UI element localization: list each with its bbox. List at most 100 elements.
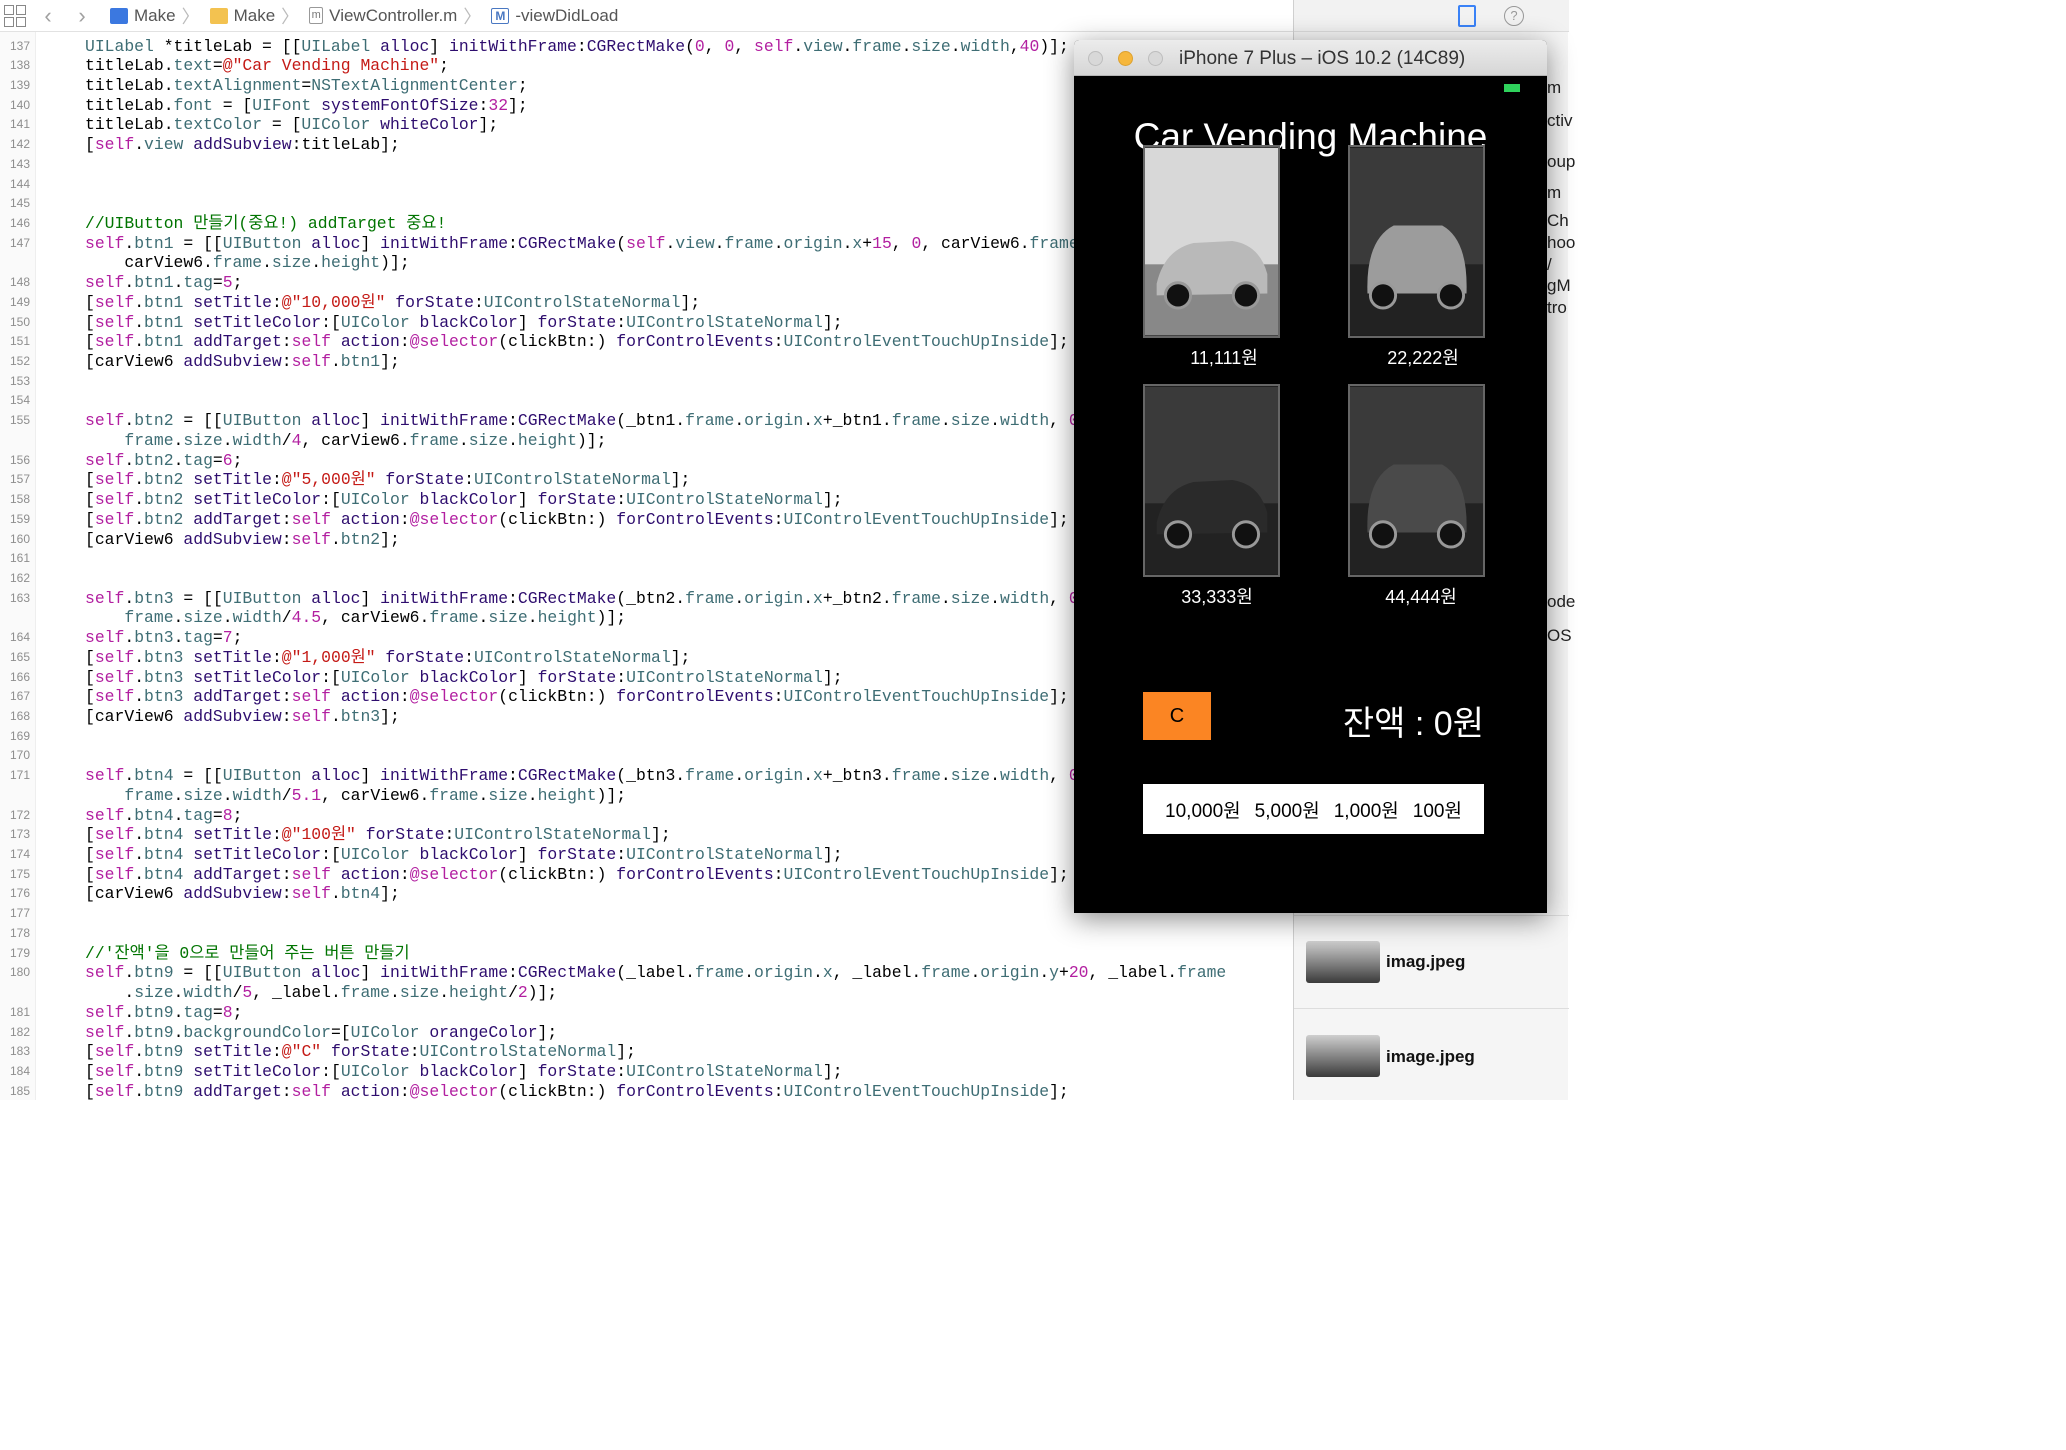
- line-number: 173: [9, 827, 30, 842]
- breadcrumb-file[interactable]: m ViewController.m: [309, 6, 457, 26]
- code-text[interactable]: [carView6 addSubview:self.btn1];: [85, 352, 400, 372]
- code-text[interactable]: [self.btn3 setTitleColor:[UIColor blackC…: [85, 668, 843, 688]
- code-text[interactable]: [self.btn2 addTarget:self action:@select…: [85, 510, 1069, 530]
- code-text[interactable]: self.btn9 = [[UIButton alloc] initWithFr…: [85, 963, 1226, 983]
- line-number: 147: [9, 235, 30, 250]
- code-text[interactable]: [self.btn9 setTitle:@"C" forState:UICont…: [85, 1042, 636, 1062]
- zoom-window-button[interactable]: [1148, 51, 1163, 66]
- code-text[interactable]: [self.btn2 setTitle:@"5,000원" forState:U…: [85, 470, 690, 490]
- code-line[interactable]: 183 [self.btn9 setTitle:@"C" forState:UIC…: [0, 1042, 1293, 1062]
- code-text[interactable]: UILabel *titleLab = [[UILabel alloc] ini…: [85, 37, 1069, 57]
- code-text[interactable]: titleLab.textColor = [UIColor whiteColor…: [85, 115, 498, 135]
- code-text[interactable]: [self.btn3 addTarget:self action:@select…: [85, 687, 1069, 707]
- balance-label: 잔액 : 0원: [1342, 705, 1484, 743]
- code-text[interactable]: [self.btn4 addTarget:self action:@select…: [85, 865, 1069, 885]
- clear-balance-button[interactable]: C: [1143, 692, 1211, 740]
- code-text[interactable]: carView6.frame.size.height)];: [85, 253, 409, 273]
- code-line[interactable]: 180 self.btn9 = [[UIButton alloc] initWit…: [0, 963, 1293, 983]
- line-number: 139: [9, 77, 30, 92]
- code-text[interactable]: self.btn9.tag=8;: [85, 1003, 242, 1023]
- code-line[interactable]: 181 self.btn9.tag=8;: [0, 1003, 1293, 1023]
- breadcrumb-group[interactable]: Make: [209, 5, 276, 26]
- simulator-window[interactable]: iPhone 7 Plus – iOS 10.2 (14C89) Car Ven…: [1074, 40, 1547, 913]
- inspector-text-fragment: ode: [1547, 592, 1576, 611]
- inspector-text-fragment: m: [1547, 183, 1562, 202]
- code-text[interactable]: frame.size.width/4, carView6.frame.size.…: [85, 431, 606, 451]
- line-number: 162: [9, 570, 30, 585]
- line-number: 179: [9, 945, 30, 960]
- code-text[interactable]: .size.width/5, _label.frame.size.height/…: [85, 983, 557, 1003]
- breadcrumb-chevron-icon: 〉: [181, 6, 200, 27]
- code-text[interactable]: [self.btn3 setTitle:@"1,000원" forState:U…: [85, 648, 690, 668]
- code-text[interactable]: [carView6 addSubview:self.btn3];: [85, 707, 400, 727]
- code-line[interactable]: 182 self.btn9.backgroundColor=[UIColor or…: [0, 1023, 1293, 1043]
- code-text[interactable]: titleLab.font = [UIFont systemFontOfSize…: [85, 96, 528, 116]
- inspector-text-fragment: m: [1547, 78, 1562, 97]
- code-line[interactable]: 184 [self.btn9 setTitleColor:[UIColor bla…: [0, 1062, 1293, 1082]
- car-button-1[interactable]: [1143, 145, 1280, 338]
- line-number: 168: [9, 708, 30, 723]
- code-line[interactable]: 179 //'잔액'을 0으로 만들어 주는 버튼 만들기: [0, 944, 1293, 964]
- code-text[interactable]: self.btn4.tag=8;: [85, 806, 242, 826]
- code-text[interactable]: [self.btn1 addTarget:self action:@select…: [85, 332, 1069, 352]
- code-text[interactable]: //UIButton 만들기(중요!) addTarget 중요!: [85, 214, 446, 234]
- code-text[interactable]: //'잔액'을 0으로 만들어 주는 버튼 만들기: [85, 944, 410, 964]
- back-arrow-icon[interactable]: ‹: [38, 3, 58, 29]
- code-text[interactable]: [self.btn4 setTitleColor:[UIColor blackC…: [85, 845, 843, 865]
- media-file-name: image.jpeg: [1386, 1047, 1475, 1066]
- code-line[interactable]: 185 [self.btn9 addTarget:self action:@sel…: [0, 1082, 1293, 1100]
- car-thumbnail-image: [1306, 1035, 1380, 1077]
- code-text[interactable]: self.btn3.tag=7;: [85, 628, 242, 648]
- code-text[interactable]: [self.btn1 setTitle:@"10,000원" forState:…: [85, 293, 700, 313]
- car-button-2[interactable]: [1348, 145, 1485, 338]
- line-number: 149: [9, 294, 30, 309]
- coin-button-100[interactable]: 100원: [1413, 796, 1462, 823]
- breadcrumb-label: ViewController.m: [329, 5, 458, 25]
- code-text[interactable]: titleLab.textAlignment=NSTextAlignmentCe…: [85, 76, 528, 96]
- related-items-icon[interactable]: [4, 4, 26, 27]
- car-thumbnail-image: [1306, 941, 1380, 983]
- code-text[interactable]: self.btn1.tag=5;: [85, 273, 242, 293]
- code-text[interactable]: frame.size.width/4.5, carView6.frame.siz…: [85, 608, 626, 628]
- coin-button-5000[interactable]: 5,000원: [1255, 796, 1320, 823]
- coin-button-10000[interactable]: 10,000원: [1165, 796, 1241, 823]
- breadcrumb-project[interactable]: Make: [110, 6, 176, 26]
- code-text[interactable]: self.btn3 = [[UIButton alloc] initWithFr…: [85, 589, 1187, 609]
- media-file-name: imag.jpeg: [1386, 952, 1466, 971]
- battery-icon: [1504, 84, 1520, 92]
- car-button-4[interactable]: [1348, 384, 1485, 577]
- breadcrumb-label: Make: [233, 5, 276, 25]
- code-text[interactable]: [carView6 addSubview:self.btn4];: [85, 884, 400, 904]
- code-text[interactable]: self.btn1 = [[UIButton alloc] initWithFr…: [85, 234, 1216, 254]
- coin-button-1000[interactable]: 1,000원: [1334, 796, 1399, 823]
- code-text[interactable]: [self.btn9 setTitleColor:[UIColor blackC…: [85, 1062, 843, 1082]
- code-text[interactable]: self.btn9.backgroundColor=[UIColor orang…: [85, 1023, 557, 1043]
- code-text[interactable]: self.btn2.tag=6;: [85, 451, 242, 471]
- media-library-item[interactable]: image.jpeg: [1294, 1015, 1569, 1095]
- code-text[interactable]: frame.size.width/5.1, carView6.frame.siz…: [85, 786, 626, 806]
- simulator-title-bar[interactable]: iPhone 7 Plus – iOS 10.2 (14C89): [1074, 40, 1547, 76]
- code-text[interactable]: [self.btn9 addTarget:self action:@select…: [85, 1082, 1069, 1100]
- sports-car-image: [1145, 147, 1278, 336]
- code-text[interactable]: [self.btn1 setTitleColor:[UIColor blackC…: [85, 313, 843, 333]
- inspector-text-fragment: oup: [1547, 152, 1576, 171]
- code-text[interactable]: self.btn2 = [[UIButton alloc] initWithFr…: [85, 411, 1187, 431]
- code-text[interactable]: self.btn4 = [[UIButton alloc] initWithFr…: [85, 766, 1187, 786]
- code-text[interactable]: [self.btn4 setTitle:@"100원" forState:UIC…: [85, 825, 671, 845]
- car-button-3[interactable]: [1143, 384, 1280, 577]
- code-line[interactable]: 178: [0, 924, 1293, 944]
- file-inspector-icon[interactable]: [1458, 5, 1476, 27]
- close-window-button[interactable]: [1088, 51, 1103, 66]
- code-text[interactable]: [self.btn2 setTitleColor:[UIColor blackC…: [85, 490, 843, 510]
- media-library-item[interactable]: imag.jpeg: [1294, 925, 1569, 1005]
- jump-bar: ‹ › Make 〉 Make 〉 m ViewController.m 〉 M…: [0, 0, 1293, 32]
- code-text[interactable]: [self.view addSubview:titleLab];: [85, 135, 400, 155]
- minimize-window-button[interactable]: [1118, 51, 1133, 66]
- forward-arrow-icon[interactable]: ›: [72, 3, 92, 29]
- quick-help-icon[interactable]: ?: [1504, 6, 1524, 26]
- code-text[interactable]: titleLab.text=@"Car Vending Machine";: [85, 56, 449, 76]
- breadcrumb-method[interactable]: M -viewDidLoad: [491, 6, 618, 26]
- line-number: 138: [9, 58, 30, 73]
- code-line[interactable]: .size.width/5, _label.frame.size.height/…: [0, 983, 1293, 1003]
- code-text[interactable]: [carView6 addSubview:self.btn2];: [85, 530, 400, 550]
